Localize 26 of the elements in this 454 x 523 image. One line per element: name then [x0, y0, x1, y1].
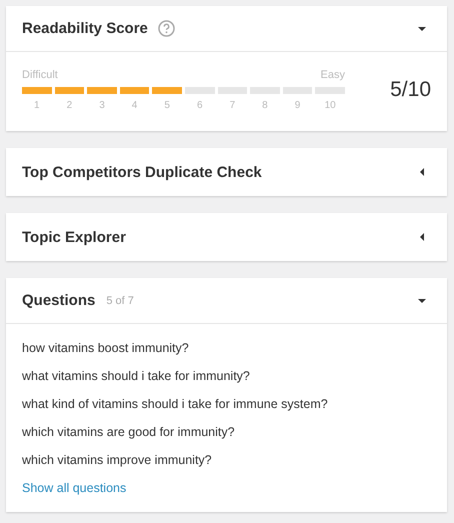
- question-item[interactable]: which vitamins improve immunity?: [22, 451, 212, 470]
- collapsed-panel[interactable]: Top Competitors Duplicate Check: [6, 148, 447, 196]
- tick-label: 8: [262, 100, 268, 111]
- panel-title: Topic Explorer: [22, 228, 126, 246]
- tick-label: 10: [324, 100, 336, 111]
- tick-label: 9: [294, 100, 300, 111]
- tick-label: 7: [230, 100, 236, 111]
- question-count: 5 of 7: [106, 294, 134, 306]
- question-item[interactable]: which vitamins are good for immunity?: [22, 423, 235, 442]
- tick-label: 4: [132, 100, 138, 111]
- tick-label: 3: [99, 100, 105, 111]
- panel-title: Readability Score: [22, 20, 148, 37]
- question-item[interactable]: what kind of vitamins should i take for immune system?: [22, 395, 328, 414]
- question-item[interactable]: what vitamins should i take for immunity?: [22, 367, 250, 386]
- panel-title: Questions: [22, 292, 96, 309]
- collapsed-panel[interactable]: Topic Explorer: [6, 213, 447, 261]
- scale-label: Difficult: [22, 69, 58, 81]
- scale-label: Easy: [320, 69, 345, 81]
- question-item[interactable]: how vitamins boost immunity?: [22, 339, 189, 358]
- tick-label: 2: [66, 100, 72, 111]
- score-value: 5/10: [390, 78, 431, 102]
- show-all-link[interactable]: Show all questions: [22, 479, 126, 498]
- tick-label: 5: [164, 100, 170, 111]
- tick-label: 1: [34, 100, 40, 111]
- panel-title: Top Competitors Duplicate Check: [22, 164, 262, 180]
- tick-label: 6: [196, 100, 203, 111]
